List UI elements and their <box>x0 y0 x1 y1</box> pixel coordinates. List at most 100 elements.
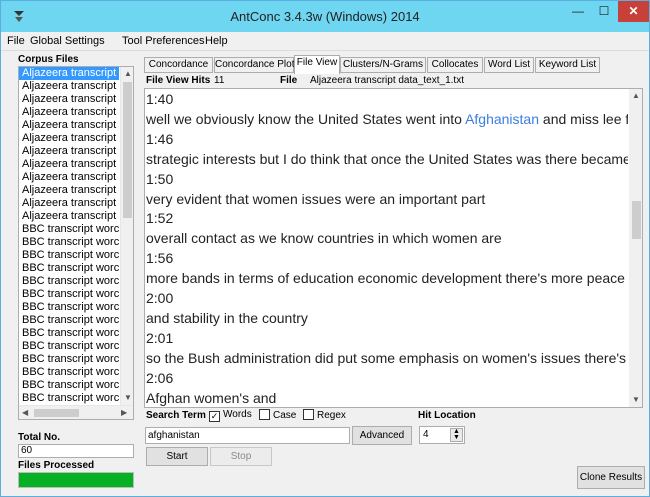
corpus-file-item[interactable]: BBC transcript worc <box>19 392 119 405</box>
regex-checkbox[interactable]: Regex <box>303 409 346 421</box>
words-checkbox[interactable]: ✓ Words <box>209 409 252 422</box>
corpus-file-item[interactable]: BBC transcript worc <box>19 366 119 379</box>
corpus-file-item[interactable]: BBC transcript worc <box>19 223 119 236</box>
tab-word-list[interactable]: Word List <box>484 57 534 73</box>
tab-keyword-list[interactable]: Keyword List <box>535 57 600 73</box>
corpus-list-items: Aljazeera transcript Aljazeera transcript… <box>19 67 119 405</box>
file-text-line: overall contact as we know countries in … <box>146 230 502 247</box>
corpus-file-item[interactable]: BBC transcript worc <box>19 262 119 275</box>
corpus-list-hscroll-thumb[interactable] <box>34 409 79 417</box>
search-hit-highlight[interactable]: Afghanistan <box>465 111 539 127</box>
corpus-list-hscrollbar[interactable]: ◀ ▶ <box>19 405 133 419</box>
hit-location-label: Hit Location <box>418 410 476 421</box>
corpus-file-list[interactable]: Aljazeera transcript Aljazeera transcript… <box>18 66 134 420</box>
file-view-hits-label: File View Hits <box>146 75 211 86</box>
corpus-file-item[interactable]: Aljazeera transcript <box>19 197 119 210</box>
tab-concordance-plot[interactable]: Concordance Plot <box>214 57 295 73</box>
corpus-file-item[interactable]: Aljazeera transcript <box>19 80 119 93</box>
corpus-file-item[interactable]: BBC transcript worc <box>19 327 119 340</box>
file-text-line: more bands in terms of education economi… <box>146 270 625 287</box>
tab-file-view[interactable]: File View <box>294 55 340 74</box>
stop-button[interactable]: Stop <box>210 447 272 466</box>
file-label: File <box>280 75 298 86</box>
corpus-file-item[interactable]: BBC transcript worc <box>19 249 119 262</box>
search-term-input[interactable] <box>145 427 350 444</box>
maximize-button[interactable]: ☐ <box>591 1 617 22</box>
total-no-label: Total No. <box>18 432 61 443</box>
tab-collocates[interactable]: Collocates <box>427 57 483 73</box>
corpus-file-item[interactable]: BBC transcript worc <box>19 236 119 249</box>
scroll-up-arrow-icon[interactable]: ▲ <box>632 91 640 100</box>
title-bar[interactable]: AntConc 3.4.3w (Windows) 2014 — ☐ ✕ <box>1 1 649 32</box>
corpus-list-scroll-thumb[interactable] <box>123 82 132 218</box>
corpus-file-item[interactable]: Aljazeera transcript <box>19 93 119 106</box>
corpus-file-item[interactable]: Aljazeera transcript <box>19 145 119 158</box>
progress-fill <box>19 473 133 487</box>
menu-global-settings[interactable]: Global Settings <box>30 35 105 47</box>
scroll-right-arrow-icon[interactable]: ▶ <box>121 408 127 417</box>
advanced-button[interactable]: Advanced <box>352 426 412 445</box>
file-text-line: 1:40 <box>146 91 174 107</box>
corpus-file-item[interactable]: BBC transcript worc <box>19 288 119 301</box>
window-title: AntConc 3.4.3w (Windows) 2014 <box>230 9 420 24</box>
corpus-file-item[interactable]: Aljazeera transcript <box>19 106 119 119</box>
regex-checkbox-label: Regex <box>317 410 346 421</box>
corpus-file-item[interactable]: Aljazeera transcript <box>19 158 119 171</box>
clone-results-button[interactable]: Clone Results <box>577 466 645 489</box>
hit-location-value: 4 <box>423 429 429 440</box>
text-view-vscrollbar[interactable]: ▲ ▼ <box>629 89 642 407</box>
spinner-arrows-icon[interactable]: ▲ ▼ <box>450 428 463 442</box>
scroll-down-arrow-icon[interactable]: ▼ <box>124 393 132 402</box>
corpus-file-item[interactable]: BBC transcript worc <box>19 353 119 366</box>
menu-file[interactable]: File <box>7 35 25 47</box>
corpus-list-vscrollbar[interactable]: ▲ ▼ <box>120 67 133 405</box>
case-checkbox-box[interactable] <box>259 409 270 420</box>
file-view-header: File View Hits 11 File Aljazeera transcr… <box>144 74 643 88</box>
file-text-line: 1:46 <box>146 130 174 147</box>
scroll-down-arrow-icon[interactable]: ▼ <box>632 395 640 404</box>
line-text-after-hit: and miss lee for <box>542 110 628 127</box>
file-text-view[interactable]: 1:40 well we obviously know the United St… <box>144 88 643 408</box>
corpus-files-label: Corpus Files <box>18 54 79 65</box>
words-checkbox-box[interactable]: ✓ <box>209 411 220 422</box>
scroll-up-arrow-icon[interactable]: ▲ <box>124 69 132 78</box>
hit-location-spinner[interactable]: 4 ▲ ▼ <box>419 426 465 444</box>
corpus-file-item[interactable]: Aljazeera transcript <box>19 210 119 223</box>
corpus-file-item[interactable]: Aljazeera transcript <box>19 119 119 132</box>
file-text-line: 2:00 <box>146 290 174 306</box>
file-text-line: strategic interests but I do think that … <box>146 150 628 167</box>
corpus-file-item[interactable]: Aljazeera transcript <box>19 132 119 145</box>
menu-bar: File Global Settings Tool Preferences He… <box>1 32 649 51</box>
minimize-button[interactable]: — <box>565 1 591 22</box>
file-text-line: 1:52 <box>146 210 174 227</box>
tab-concordance[interactable]: Concordance <box>144 57 213 73</box>
case-checkbox[interactable]: Case <box>259 409 296 421</box>
files-processed-progress <box>18 472 134 488</box>
close-button[interactable]: ✕ <box>618 1 649 22</box>
corpus-file-item[interactable]: BBC transcript worc <box>19 275 119 288</box>
corpus-file-item[interactable]: Aljazeera transcript <box>19 184 119 197</box>
file-text-line: very evident that women issues were an i… <box>146 190 486 207</box>
case-checkbox-label: Case <box>273 410 297 421</box>
corpus-file-item[interactable]: BBC transcript worc <box>19 314 119 327</box>
corpus-file-item[interactable]: Aljazeera transcript <box>19 67 119 80</box>
text-view-scroll-thumb[interactable] <box>632 201 641 239</box>
line-text-before-hit: well we obviously know the United States… <box>146 110 466 127</box>
file-name: Aljazeera transcript data_text_1.txt <box>310 75 464 86</box>
corpus-file-item[interactable]: BBC transcript worc <box>19 379 119 392</box>
file-text-content: 1:40 well we obviously know the United St… <box>145 89 628 407</box>
scroll-left-arrow-icon[interactable]: ◀ <box>22 408 28 417</box>
tab-clusters-ngrams[interactable]: Clusters/N-Grams <box>340 57 426 73</box>
corpus-file-item[interactable]: BBC transcript worc <box>19 301 119 314</box>
file-view-hits-count: 11 <box>214 75 225 86</box>
file-text-line: 1:50 <box>146 170 174 187</box>
file-text-line: 2:06 <box>146 369 174 386</box>
menu-tool-preferences[interactable]: Tool Preferences <box>122 35 205 47</box>
regex-checkbox-box[interactable] <box>303 409 314 420</box>
menu-help[interactable]: Help <box>205 35 228 47</box>
corpus-file-item[interactable]: Aljazeera transcript <box>19 171 119 184</box>
corpus-file-item[interactable]: BBC transcript worc <box>19 340 119 353</box>
start-button[interactable]: Start <box>146 447 208 466</box>
total-no-value: 60 <box>18 444 134 458</box>
file-text-line: 1:56 <box>146 250 174 267</box>
